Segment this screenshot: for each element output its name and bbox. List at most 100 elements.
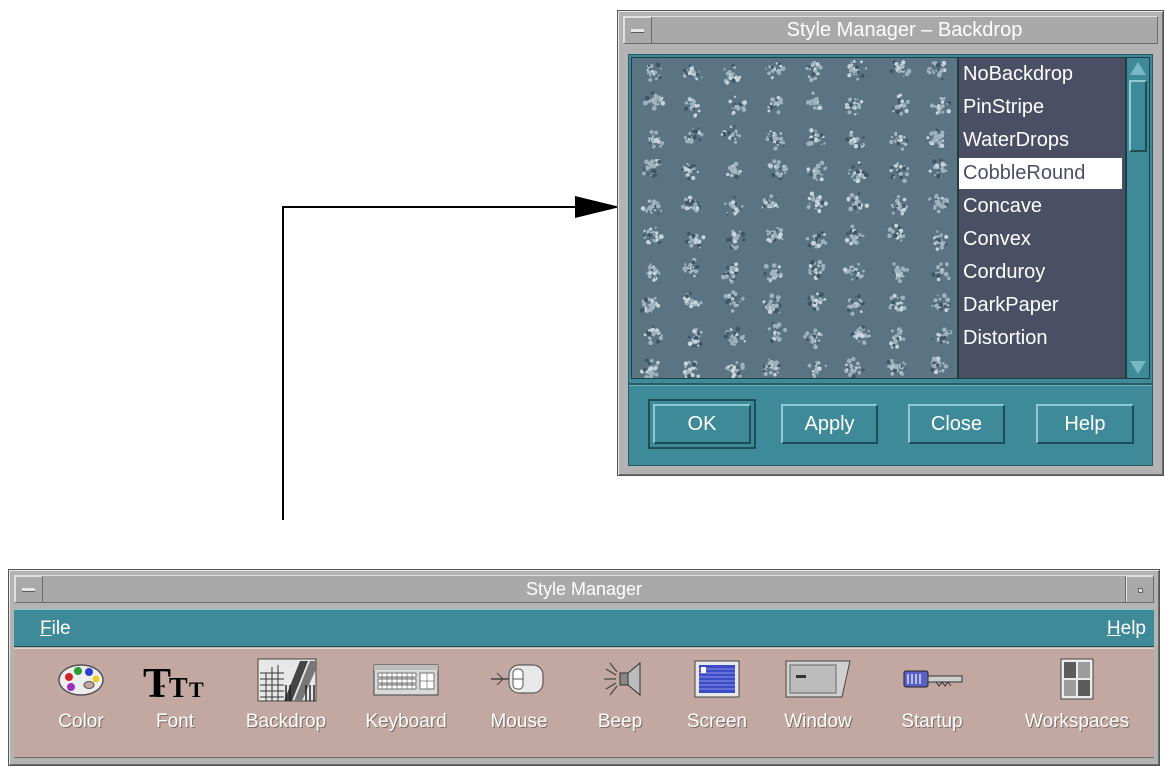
screen-icon <box>694 660 740 698</box>
minimize-button[interactable] <box>1125 576 1153 602</box>
pattern-speck <box>654 137 660 143</box>
backdrop-list-item[interactable]: PinStripe <box>959 91 1125 124</box>
pattern-speck <box>655 203 661 209</box>
tool-font[interactable]: T T T r Font <box>125 653 225 753</box>
pattern-speck <box>898 363 902 367</box>
pattern-speck <box>900 296 903 299</box>
pattern-speck <box>777 367 780 370</box>
pattern-speck <box>734 104 738 109</box>
pattern-speck <box>895 344 899 349</box>
pattern-speck <box>688 195 693 200</box>
backdrop-titlebar[interactable]: Style Manager – Backdrop <box>623 16 1158 44</box>
pattern-speck <box>860 330 862 333</box>
pattern-speck <box>763 371 768 377</box>
pattern-speck <box>847 73 852 78</box>
pattern-speck <box>743 334 745 337</box>
main-titlebar[interactable]: Style Manager <box>14 575 1154 603</box>
help-button[interactable]: Help <box>1036 404 1134 444</box>
tool-beep[interactable]: Beep <box>570 653 670 753</box>
tool-color[interactable]: Color <box>31 653 131 753</box>
pattern-speck <box>935 62 941 68</box>
pattern-speck <box>862 136 865 139</box>
menu-file-label: ile <box>51 618 71 639</box>
menu-file[interactable]: File <box>40 610 71 648</box>
pattern-speck <box>647 274 652 279</box>
pattern-speck <box>776 322 782 328</box>
tool-startup[interactable]: Startup <box>882 653 982 753</box>
pattern-speck <box>772 273 778 278</box>
pattern-speck <box>691 99 697 104</box>
backdrop-list-item[interactable]: Distortion <box>959 322 1125 355</box>
pattern-speck <box>845 368 849 371</box>
backdrop-list-item[interactable]: WaterDrops <box>959 124 1125 157</box>
pattern-speck <box>730 309 735 313</box>
pattern-speck <box>905 205 908 208</box>
backdrop-list-item[interactable]: Corduroy <box>959 256 1125 289</box>
pattern-speck <box>688 164 691 167</box>
pattern-speck <box>855 366 858 370</box>
pattern-speck <box>778 141 781 144</box>
font-icon: T T T r <box>143 661 204 703</box>
backdrop-list[interactable]: NoBackdrop PinStripe WaterDrops CobbleRound… <box>958 57 1126 379</box>
pattern-speck <box>781 238 784 241</box>
scroll-up-arrow-icon[interactable] <box>1130 62 1146 75</box>
pattern-speck <box>772 308 775 312</box>
apply-button[interactable]: Apply <box>781 404 878 444</box>
pattern-speck <box>697 332 701 335</box>
tool-workspaces[interactable]: Workspaces <box>1025 653 1129 753</box>
pattern-speck <box>701 235 706 240</box>
menu-help[interactable]: Help <box>1107 610 1146 648</box>
window-menu-icon <box>631 29 644 33</box>
tool-window[interactable]: Window <box>768 653 868 753</box>
backdrop-list-item[interactable]: NoBackdrop <box>959 58 1125 91</box>
pattern-speck <box>889 69 894 74</box>
pattern-speck <box>932 206 937 210</box>
pattern-speck <box>644 375 649 378</box>
window-menu-button[interactable] <box>15 576 43 602</box>
pattern-speck <box>772 131 776 135</box>
pattern-speck <box>658 76 662 80</box>
pattern-speck <box>646 272 649 275</box>
backdrop-list-scrollbar[interactable] <box>1126 57 1150 379</box>
pattern-speck <box>891 305 894 309</box>
pattern-speck <box>658 234 664 240</box>
scroll-thumb[interactable] <box>1129 80 1147 152</box>
pattern-speck <box>649 304 652 307</box>
pattern-speck <box>852 335 856 338</box>
pattern-speck <box>732 339 736 343</box>
close-button[interactable]: Close <box>908 404 1005 444</box>
pattern-speck <box>848 206 854 212</box>
backdrop-list-item[interactable]: Convex <box>959 223 1125 256</box>
speaker-icon <box>604 661 641 697</box>
ok-button[interactable]: OK <box>648 399 756 449</box>
pattern-speck <box>817 209 822 214</box>
pattern-speck <box>857 161 861 164</box>
pattern-speck <box>698 138 702 141</box>
pattern-speck <box>940 161 943 164</box>
pattern-speck <box>890 329 894 333</box>
tool-keyboard[interactable]: Keyboard <box>356 653 456 753</box>
pattern-speck <box>812 132 815 136</box>
tool-backdrop[interactable]: Backdrop <box>236 653 336 753</box>
backdrop-icon <box>257 658 317 702</box>
pattern-speck <box>938 297 942 301</box>
pattern-speck <box>940 134 944 138</box>
pattern-speck <box>816 292 819 296</box>
pattern-speck <box>823 142 826 145</box>
scroll-down-arrow-icon[interactable] <box>1130 361 1146 374</box>
pattern-speck <box>776 165 780 169</box>
pattern-speck <box>653 199 657 204</box>
pattern-speck <box>898 100 901 103</box>
tool-screen[interactable]: Screen <box>667 653 767 753</box>
pattern-speck <box>930 338 933 341</box>
backdrop-list-item[interactable]: CobbleRound <box>959 158 1122 189</box>
window-menu-button[interactable] <box>624 17 652 43</box>
backdrop-list-item[interactable]: Concave <box>959 190 1125 223</box>
pattern-speck <box>887 233 892 238</box>
backdrop-list-item[interactable]: DarkPaper <box>959 289 1125 322</box>
pattern-speck <box>931 61 934 64</box>
pattern-speck <box>766 232 770 236</box>
pattern-speck <box>643 100 648 106</box>
tool-mouse[interactable]: Mouse <box>469 653 569 753</box>
pattern-speck <box>652 97 658 102</box>
